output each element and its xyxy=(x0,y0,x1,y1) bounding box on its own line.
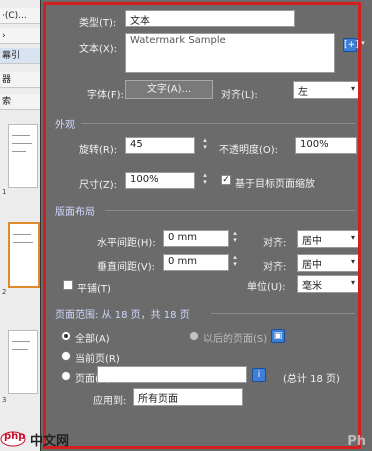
logo-text: php xyxy=(4,431,26,442)
site-logo: php 中文网 xyxy=(0,428,90,449)
page-thumbnail-3[interactable] xyxy=(8,330,38,394)
strip-button-3[interactable]: 幕引 xyxy=(0,48,40,64)
page-thumbnail-1[interactable] xyxy=(8,124,38,188)
strip-button-5[interactable]: 索 xyxy=(0,94,40,110)
thumbnail-number-3: 3 xyxy=(2,396,7,404)
corner-watermark: Ph xyxy=(347,434,366,449)
strip-button-2[interactable]: › xyxy=(0,28,40,44)
background-app-strip: ·(C)... › 幕引 器 索 1 2 3 xyxy=(0,0,42,451)
thumbnail-number-2: 2 xyxy=(2,288,7,296)
strip-button-4[interactable]: 器 xyxy=(0,72,40,88)
strip-button-1[interactable]: ·(C)... xyxy=(0,8,40,24)
highlight-frame xyxy=(43,2,361,449)
page-thumbnail-2[interactable] xyxy=(8,222,40,288)
logo-site-name: 中文网 xyxy=(30,434,70,449)
thumbnail-number-1: 1 xyxy=(2,188,7,196)
